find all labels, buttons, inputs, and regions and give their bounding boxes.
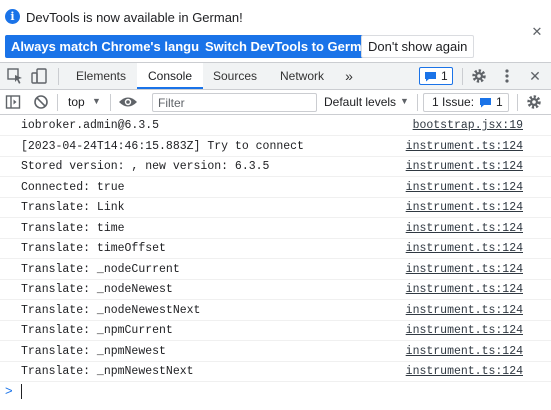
- log-entry: iobroker.admin@6.3.5 bootstrap.jsx:19: [0, 116, 551, 136]
- issues-label: 1 Issue:: [432, 95, 475, 109]
- sidebar-toggle-icon[interactable]: [5, 94, 21, 110]
- log-entry: Translate: _npmNewestNext instrument.ts:…: [0, 362, 551, 382]
- text-caret: [21, 384, 22, 399]
- more-tabs-icon[interactable]: »: [338, 63, 360, 89]
- context-selector[interactable]: top ▼: [68, 95, 104, 110]
- devtools-tabbar: Elements Console Sources Network »: [0, 63, 551, 90]
- more-options-icon[interactable]: [500, 67, 514, 85]
- log-source-link[interactable]: instrument.ts:124: [406, 181, 523, 194]
- log-message: Connected: true: [21, 180, 125, 194]
- inspect-element-icon[interactable]: [6, 67, 24, 85]
- clear-console-icon[interactable]: [33, 94, 49, 110]
- log-source-link[interactable]: instrument.ts:124: [406, 242, 523, 255]
- live-expression-eye-icon[interactable]: [118, 95, 138, 109]
- device-toolbar-icon[interactable]: [30, 67, 48, 85]
- messages-count: 1: [441, 69, 448, 83]
- log-source-link[interactable]: instrument.ts:124: [406, 324, 523, 337]
- log-entry: Translate: _nodeNewestNext instrument.ts…: [0, 301, 551, 321]
- tab-sources[interactable]: Sources: [204, 63, 266, 89]
- tab-console[interactable]: Console: [137, 63, 203, 89]
- log-message: [2023-04-24T14:46:15.883Z] Try to connec…: [21, 139, 304, 153]
- chevron-down-icon: ▼: [92, 96, 101, 106]
- log-entry: Translate: _nodeNewest instrument.ts:124: [0, 280, 551, 300]
- context-label: top: [68, 95, 85, 109]
- log-source-link[interactable]: bootstrap.jsx:19: [413, 119, 523, 132]
- log-message: Translate: _nodeNewest: [21, 283, 173, 296]
- log-message: Translate: _npmNewest: [21, 344, 166, 358]
- log-entry: Translate: Link instrument.ts:124: [0, 198, 551, 218]
- log-entry: Translate: _npmCurrent instrument.ts:124: [0, 321, 551, 341]
- log-levels-label: Default levels: [324, 95, 397, 109]
- log-entry: Translate: _nodeCurrent instrument.ts:12…: [0, 260, 551, 280]
- toolbar-divider: [110, 94, 111, 111]
- log-source-link[interactable]: instrument.ts:124: [406, 160, 523, 173]
- always-match-language-button[interactable]: Always match Chrome's language: [5, 35, 228, 58]
- log-source-link[interactable]: instrument.ts:124: [406, 304, 523, 317]
- log-message: Translate: _nodeCurrent: [21, 262, 180, 276]
- log-message: Translate: _npmCurrent: [21, 324, 173, 337]
- toolbar-divider: [517, 94, 518, 111]
- switch-to-german-button[interactable]: Switch DevTools to German: [199, 35, 383, 58]
- language-infobar: i DevTools is now available in German! ✕…: [0, 0, 551, 63]
- toolbar-divider: [462, 68, 463, 85]
- log-entry: Translate: time instrument.ts:124: [0, 219, 551, 239]
- close-icon[interactable]: ✕: [531, 25, 543, 38]
- log-message: Translate: _npmNewestNext: [21, 365, 194, 378]
- log-message: iobroker.admin@6.3.5: [21, 119, 160, 132]
- console-prompt[interactable]: >: [0, 382, 551, 402]
- log-message: Translate: timeOffset: [21, 242, 166, 255]
- settings-gear-icon[interactable]: [470, 67, 488, 85]
- log-message: Translate: time: [21, 221, 125, 235]
- log-source-link[interactable]: instrument.ts:124: [406, 263, 523, 276]
- console-toolbar: top ▼ Default levels ▼ 1 Issue: 1: [0, 90, 551, 115]
- log-entry: Translate: _npmNewest instrument.ts:124: [0, 342, 551, 362]
- toolbar-divider: [58, 68, 59, 85]
- log-source-link[interactable]: instrument.ts:124: [406, 201, 523, 214]
- toolbar-divider: [417, 94, 418, 111]
- dont-show-again-button[interactable]: Don't show again: [361, 35, 475, 58]
- log-entry: Connected: true instrument.ts:124: [0, 178, 551, 198]
- log-message: Stored version: , new version: 6.3.5: [21, 160, 270, 173]
- log-entry: Stored version: , new version: 6.3.5 ins…: [0, 157, 551, 177]
- message-icon: [480, 98, 491, 108]
- log-message: Translate: Link: [21, 201, 125, 214]
- info-icon: i: [5, 9, 20, 24]
- filter-input[interactable]: [152, 93, 317, 112]
- log-message: Translate: _nodeNewestNext: [21, 303, 201, 317]
- log-source-link[interactable]: instrument.ts:124: [406, 283, 523, 296]
- infobar-message: DevTools is now available in German!: [26, 10, 243, 25]
- prompt-chevron-icon: >: [5, 383, 13, 398]
- close-devtools-icon[interactable]: ✕: [526, 67, 544, 85]
- issues-count: 1: [496, 95, 503, 109]
- issues-button[interactable]: 1 Issue: 1: [423, 93, 509, 112]
- log-source-link[interactable]: instrument.ts:124: [406, 140, 523, 153]
- log-entry: Translate: timeOffset instrument.ts:124: [0, 239, 551, 259]
- log-levels-dropdown[interactable]: Default levels ▼: [324, 95, 412, 110]
- log-source-link[interactable]: instrument.ts:124: [406, 365, 523, 378]
- message-icon: [425, 72, 436, 82]
- log-entry: [2023-04-24T14:46:15.883Z] Try to connec…: [0, 137, 551, 157]
- chevron-down-icon: ▼: [400, 96, 409, 106]
- tab-elements[interactable]: Elements: [66, 63, 136, 89]
- messages-badge[interactable]: 1: [419, 67, 453, 85]
- toolbar-divider: [57, 94, 58, 111]
- tab-network[interactable]: Network: [270, 63, 334, 89]
- log-source-link[interactable]: instrument.ts:124: [406, 345, 523, 358]
- log-source-link[interactable]: instrument.ts:124: [406, 222, 523, 235]
- console-settings-gear-icon[interactable]: [525, 93, 543, 111]
